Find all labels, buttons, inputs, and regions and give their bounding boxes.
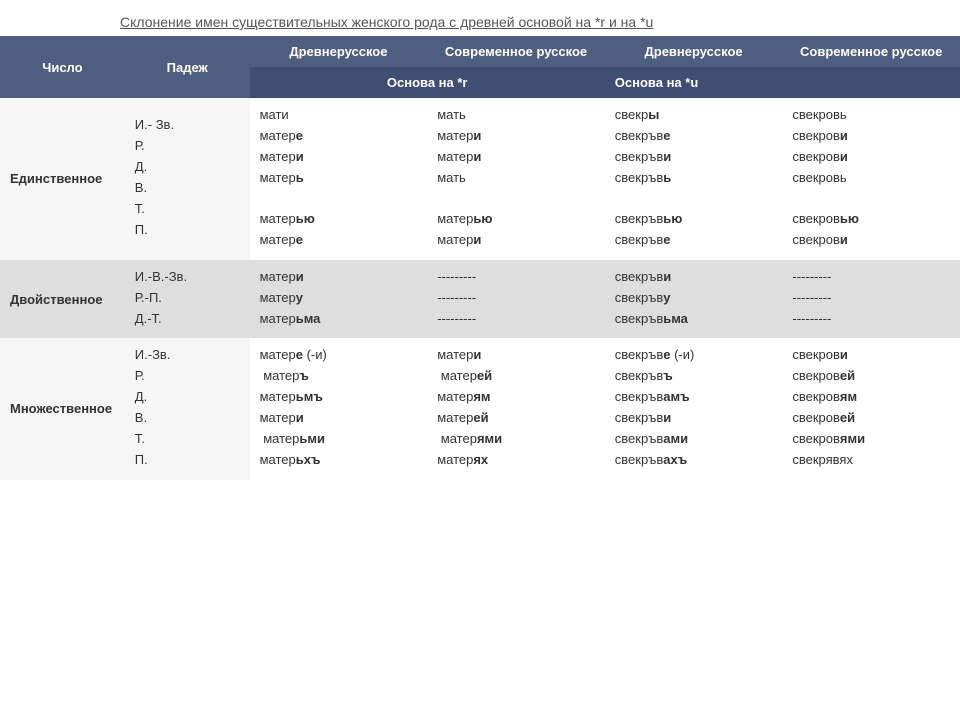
cell: свекръвисвекръвусвекръвьма bbox=[605, 260, 783, 339]
hdr-mod-u: Современное русское bbox=[782, 36, 960, 67]
cell: свекрысвекръвесвекръвисвекръвь свекръвью… bbox=[605, 98, 783, 260]
cases-pl: И.-Зв.Р.Д.В.Т.П. bbox=[125, 338, 250, 479]
cell: --------------------------- bbox=[427, 260, 605, 339]
cell: свекровисвекровейсвекровямсвекровейсвекр… bbox=[782, 338, 960, 479]
cell: свекровьсвекровисвекровисвекровь свекров… bbox=[782, 98, 960, 260]
hdr-basis-r: Основа на *r bbox=[250, 67, 605, 98]
cell: свекръве (-и)свекръвъсвекръвамъсвекръвис… bbox=[605, 338, 783, 479]
cell: материматеруматерьма bbox=[250, 260, 428, 339]
cell: матьматериматеримать матерьюматери bbox=[427, 98, 605, 260]
declension-table: Число Падеж Древнерусское Современное ру… bbox=[0, 36, 960, 480]
row-label-pl: Множественное bbox=[0, 338, 125, 479]
cell: матери матерейматерямматерей матерямимат… bbox=[427, 338, 605, 479]
table-row: Единственное И.- Зв.Р.Д.В.Т.П. матиматер… bbox=[0, 98, 960, 260]
hdr-number: Число bbox=[0, 36, 125, 98]
hdr-old-u: Древнерусское bbox=[605, 36, 783, 67]
header-row-1: Число Падеж Древнерусское Современное ру… bbox=[0, 36, 960, 67]
row-label-du: Двойственное bbox=[0, 260, 125, 339]
hdr-old-r: Древнерусское bbox=[250, 36, 428, 67]
hdr-mod-r: Современное русское bbox=[427, 36, 605, 67]
table-row: Двойственное И.-В.-Зв.Р.-П.Д.-Т. материм… bbox=[0, 260, 960, 339]
hdr-case: Падеж bbox=[125, 36, 250, 98]
cell: --------------------------- bbox=[782, 260, 960, 339]
cell: матиматерематериматерь матерьюматере bbox=[250, 98, 428, 260]
cases-sg: И.- Зв.Р.Д.В.Т.П. bbox=[125, 98, 250, 260]
cases-du: И.-В.-Зв.Р.-П.Д.-Т. bbox=[125, 260, 250, 339]
cell: матере (-и) матеръматерьмъматери матерьм… bbox=[250, 338, 428, 479]
page-title: Склонение имен существительных женского … bbox=[120, 14, 900, 30]
hdr-basis-u: Основа на *u bbox=[605, 67, 960, 98]
row-label-sg: Единственное bbox=[0, 98, 125, 260]
table-row: Множественное И.-Зв.Р.Д.В.Т.П. матере (-… bbox=[0, 338, 960, 479]
